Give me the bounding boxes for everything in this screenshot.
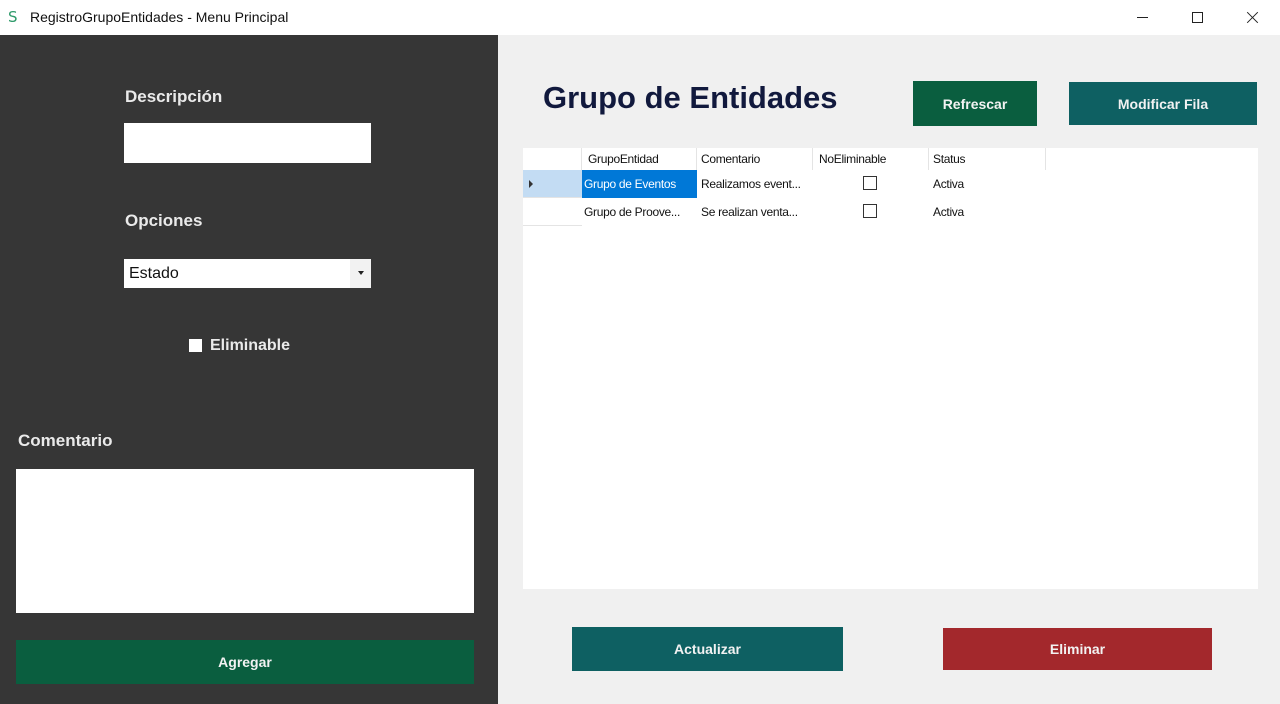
refrescar-button[interactable]: Refrescar xyxy=(913,81,1037,126)
eliminar-button[interactable]: Eliminar xyxy=(943,628,1212,670)
actualizar-button[interactable]: Actualizar xyxy=(572,627,843,671)
table-row[interactable]: Grupo de Proove... Se realizan venta... … xyxy=(523,198,1046,226)
app-icon: S xyxy=(8,8,18,26)
app-window: S RegistroGrupoEntidades - Menu Principa… xyxy=(0,0,1280,704)
opciones-dropdown[interactable]: Estado xyxy=(124,259,371,288)
column-header-noeliminable[interactable]: NoEliminable xyxy=(813,148,929,170)
column-header-status[interactable]: Status xyxy=(929,148,1046,170)
cell-grupoentidad[interactable]: Grupo de Proove... xyxy=(582,198,697,226)
row-header-corner xyxy=(523,148,582,170)
eliminable-checkbox[interactable] xyxy=(189,339,202,352)
column-header-comentario[interactable]: Comentario xyxy=(697,148,813,170)
minimize-icon xyxy=(1136,17,1148,18)
comentario-label: Comentario xyxy=(18,431,113,450)
page-title: Grupo de Entidades xyxy=(543,80,838,115)
table-row[interactable]: Grupo de Eventos Realizamos event... Act… xyxy=(523,170,1046,198)
comentario-textarea[interactable] xyxy=(16,469,474,613)
close-button[interactable] xyxy=(1226,0,1278,35)
grid-header: GrupoEntidad Comentario NoEliminable Sta… xyxy=(523,148,1046,170)
cell-status[interactable]: Activa xyxy=(929,198,1046,226)
cell-grupoentidad[interactable]: Grupo de Eventos xyxy=(582,170,697,198)
left-panel: Descripción Opciones Estado Eliminable C… xyxy=(0,35,498,704)
cell-noeliminable[interactable] xyxy=(813,170,929,198)
close-icon xyxy=(1246,11,1259,24)
maximize-button[interactable] xyxy=(1171,0,1223,35)
descripcion-label: Descripción xyxy=(125,87,223,106)
title-bar: S RegistroGrupoEntidades - Menu Principa… xyxy=(0,0,1280,35)
opciones-selected-value: Estado xyxy=(129,265,179,282)
eliminable-label: Eliminable xyxy=(210,337,291,354)
cell-status[interactable]: Activa xyxy=(929,170,1046,198)
agregar-button[interactable]: Agregar xyxy=(16,640,474,684)
minimize-button[interactable] xyxy=(1116,0,1168,35)
descripcion-input[interactable] xyxy=(124,123,371,163)
row-selector[interactable] xyxy=(523,198,582,226)
current-row-pointer-icon xyxy=(529,180,533,188)
row-selector[interactable] xyxy=(523,170,582,198)
cell-noeliminable[interactable] xyxy=(813,198,929,226)
noeliminable-checkbox[interactable] xyxy=(863,176,877,190)
cell-comentario[interactable]: Realizamos event... xyxy=(697,170,813,198)
window-title: RegistroGrupoEntidades - Menu Principal xyxy=(30,9,289,25)
maximize-icon xyxy=(1191,12,1203,23)
modificar-fila-button[interactable]: Modificar Fila xyxy=(1069,82,1257,125)
noeliminable-checkbox[interactable] xyxy=(863,204,877,218)
data-grid[interactable]: GrupoEntidad Comentario NoEliminable Sta… xyxy=(523,148,1258,589)
chevron-down-icon[interactable] xyxy=(350,259,371,288)
cell-comentario[interactable]: Se realizan venta... xyxy=(697,198,813,226)
opciones-label: Opciones xyxy=(125,211,203,230)
column-header-grupoentidad[interactable]: GrupoEntidad xyxy=(582,148,697,170)
